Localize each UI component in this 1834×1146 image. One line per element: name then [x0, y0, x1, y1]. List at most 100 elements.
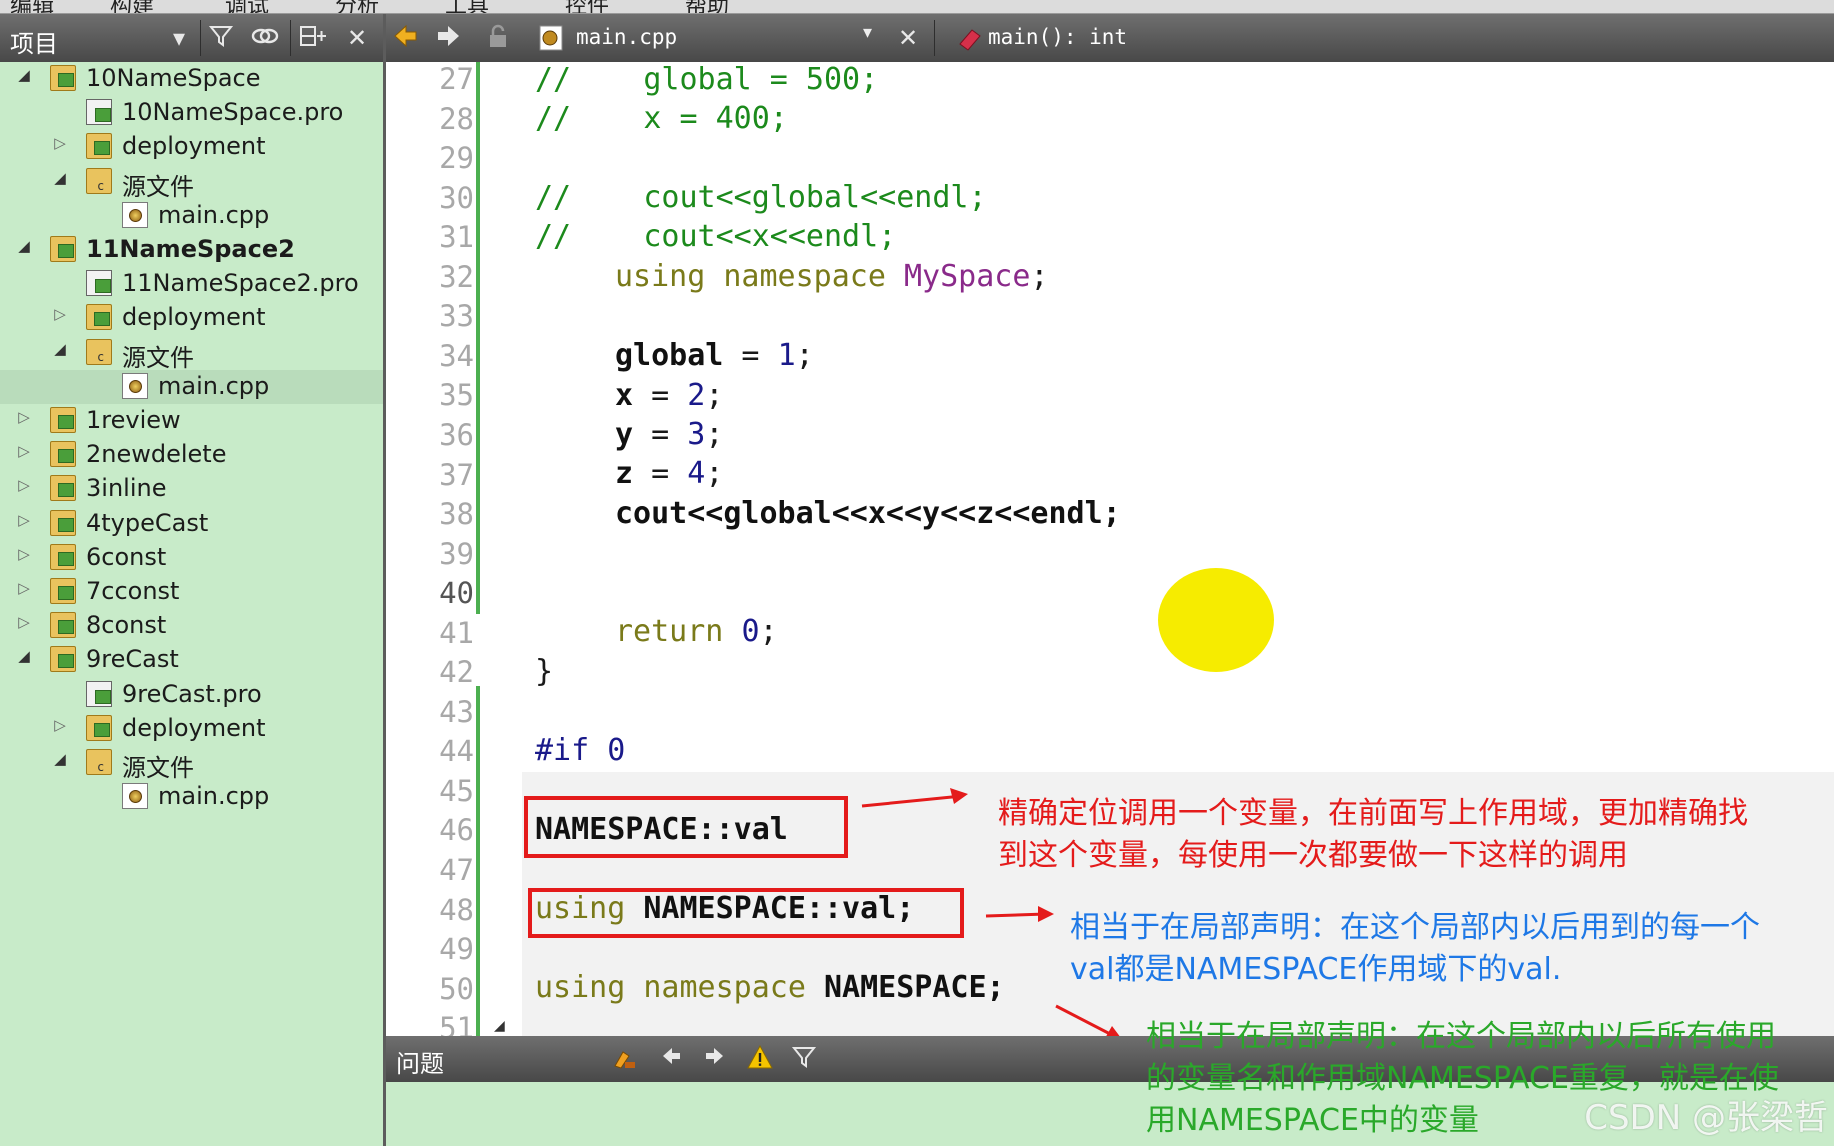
open-file-dropdown[interactable]: main.cpp ▾ — [534, 22, 878, 54]
collapsed-arrow-icon[interactable]: ▷ — [16, 545, 32, 563]
cursor-highlight — [1158, 568, 1274, 672]
line-number: 32 — [439, 259, 474, 294]
filter-icon[interactable] — [204, 22, 238, 54]
next-icon[interactable] — [698, 1044, 730, 1074]
tree-item[interactable]: ◢ c 源文件 — [0, 336, 383, 372]
filter-icon[interactable] — [788, 1044, 820, 1074]
menu-controls[interactable]: 控件 — [565, 0, 609, 13]
tree-item-label: 源文件 — [122, 754, 194, 782]
tree-item[interactable]: ▷ deployment — [0, 712, 383, 746]
tree-item[interactable]: ▷ deployment — [0, 301, 383, 335]
tree-item[interactable]: ▷ 8const — [0, 609, 383, 643]
symbol-dropdown[interactable]: main(): int — [952, 22, 1352, 54]
collapsed-arrow-icon[interactable]: ▷ — [52, 305, 68, 323]
tree-item[interactable]: ◢ c 源文件 — [0, 165, 383, 201]
tree-item[interactable]: main.cpp — [0, 369, 383, 404]
expanded-arrow-icon[interactable]: ◢ — [16, 237, 32, 255]
annotation-blue-line2: val都是NAMESPACE作用域下的val. — [1070, 952, 1562, 987]
menu-build[interactable]: 构建 — [110, 0, 154, 13]
dropdown-arrow-icon[interactable]: ▾ — [162, 22, 196, 54]
tree-item[interactable]: 10NameSpace.pro — [0, 96, 383, 130]
code-line-41: return 0; — [615, 614, 778, 649]
tree-item[interactable]: ▷ 7cconst — [0, 575, 383, 609]
collapsed-arrow-icon[interactable]: ▷ — [16, 613, 32, 631]
code-line-35: x = 2; — [615, 378, 724, 413]
tree-item[interactable]: ◢ 10NameSpace — [0, 62, 383, 96]
collapsed-arrow-icon[interactable]: ▷ — [16, 442, 32, 460]
menu-analyze[interactable]: 分析 — [335, 0, 379, 13]
pro-file-icon — [86, 680, 112, 707]
toolbar-separator — [934, 20, 935, 56]
line-number: 44 — [439, 734, 474, 769]
qt-project-icon — [86, 133, 112, 160]
open-file-name: main.cpp — [576, 25, 678, 49]
qt-project-icon — [86, 714, 112, 741]
editor-toolbar: main.cpp ▾ ✕ main(): int — [386, 14, 1834, 62]
tree-item[interactable]: ◢ 9reCast — [0, 643, 383, 677]
code-line-28: // x = 400; — [535, 101, 788, 136]
previous-icon[interactable] — [656, 1044, 688, 1074]
tree-item[interactable]: ▷ 6const — [0, 541, 383, 575]
clean-icon[interactable] — [608, 1044, 640, 1074]
project-panel: 项目 ▾ ✕ ◢ 10NameSpace 10NameSpace.pro ▷ deplo… — [0, 14, 386, 1146]
source-folder-icon: c — [86, 167, 112, 194]
menu-edit[interactable]: 编辑 — [10, 0, 54, 13]
line-number: 41 — [439, 615, 474, 650]
fold-marker-icon[interactable]: ◢ — [494, 1018, 505, 1034]
line-number: 30 — [439, 180, 474, 215]
menu-help[interactable]: 帮助 — [685, 0, 729, 13]
source-folder-icon: c — [86, 338, 112, 365]
line-number: 42 — [439, 655, 474, 690]
tree-item[interactable]: ◢ c 源文件 — [0, 746, 383, 782]
tree-item[interactable]: main.cpp — [0, 199, 383, 233]
tree-item[interactable]: ▷ deployment — [0, 130, 383, 164]
menu-debug[interactable]: 调试 — [225, 0, 269, 13]
tree-item-label: 1review — [86, 406, 181, 434]
expanded-arrow-icon[interactable]: ◢ — [52, 750, 68, 768]
tree-item-label: 3inline — [86, 474, 167, 503]
line-number: 34 — [439, 338, 474, 373]
split-icon[interactable] — [296, 22, 330, 54]
forward-arrow-icon[interactable] — [432, 22, 464, 54]
tree-item[interactable]: 11NameSpace2.pro — [0, 267, 383, 301]
collapsed-arrow-icon[interactable]: ▷ — [52, 134, 68, 152]
qt-project-icon — [50, 543, 76, 570]
menu-tools[interactable]: 工具 — [445, 0, 489, 13]
menu-bar: 编辑 构建 调试 分析 工具 控件 帮助 — [0, 0, 1834, 14]
collapsed-arrow-icon[interactable]: ▷ — [16, 476, 32, 494]
tree-item[interactable]: 9reCast.pro — [0, 678, 383, 712]
pro-file-icon — [86, 99, 112, 126]
code-line-27: // global = 500; — [535, 62, 879, 97]
tree-item[interactable]: ▷ 3inline — [0, 472, 383, 506]
tree-item[interactable]: ▷ 1review — [0, 404, 383, 438]
arrow-icon — [861, 788, 968, 808]
lock-icon[interactable] — [482, 22, 514, 54]
expanded-arrow-icon[interactable]: ◢ — [16, 647, 32, 665]
back-arrow-icon[interactable] — [390, 22, 422, 54]
collapsed-arrow-icon[interactable]: ▷ — [52, 716, 68, 734]
tree-item[interactable]: ▷ 2newdelete — [0, 438, 383, 472]
line-number: 28 — [439, 101, 474, 136]
expanded-arrow-icon[interactable]: ◢ — [52, 169, 68, 187]
annotation-red-line1: 精确定位调用一个变量，在前面写上作用域，更加精确找 — [998, 796, 1748, 831]
collapsed-arrow-icon[interactable]: ▷ — [16, 511, 32, 529]
code-line-38: cout<<global<<x<<y<<z<<endl; — [615, 496, 1121, 531]
link-icon[interactable] — [248, 22, 282, 54]
expanded-arrow-icon[interactable]: ◢ — [16, 66, 32, 84]
tree-item[interactable]: ▷ 4typeCast — [0, 507, 383, 541]
collapsed-arrow-icon[interactable]: ▷ — [16, 408, 32, 426]
tree-item-label: 7cconst — [86, 577, 180, 605]
close-icon[interactable]: ✕ — [340, 22, 374, 54]
annotation-blue-line1: 相当于在局部声明：在这个局部内以后用到的每一个 — [1070, 910, 1760, 945]
warning-icon[interactable] — [744, 1044, 776, 1074]
close-file-icon[interactable]: ✕ — [892, 22, 924, 54]
tree-item[interactable]: main.cpp — [0, 780, 383, 814]
source-folder-icon: c — [86, 749, 112, 775]
collapsed-arrow-icon[interactable]: ▷ — [16, 579, 32, 597]
tree-item[interactable]: ◢ 11NameSpace2 — [0, 233, 383, 267]
expanded-arrow-icon[interactable]: ◢ — [52, 340, 68, 358]
ide-window: 编辑 构建 调试 分析 工具 控件 帮助 项目 ▾ ✕ ◢ 10NameSpace… — [0, 0, 1834, 1146]
tree-item-label: 9reCast.pro — [122, 679, 262, 708]
code-line-36: y = 3; — [615, 417, 724, 452]
code-line-31: // cout<<x<<endl; — [535, 219, 897, 254]
